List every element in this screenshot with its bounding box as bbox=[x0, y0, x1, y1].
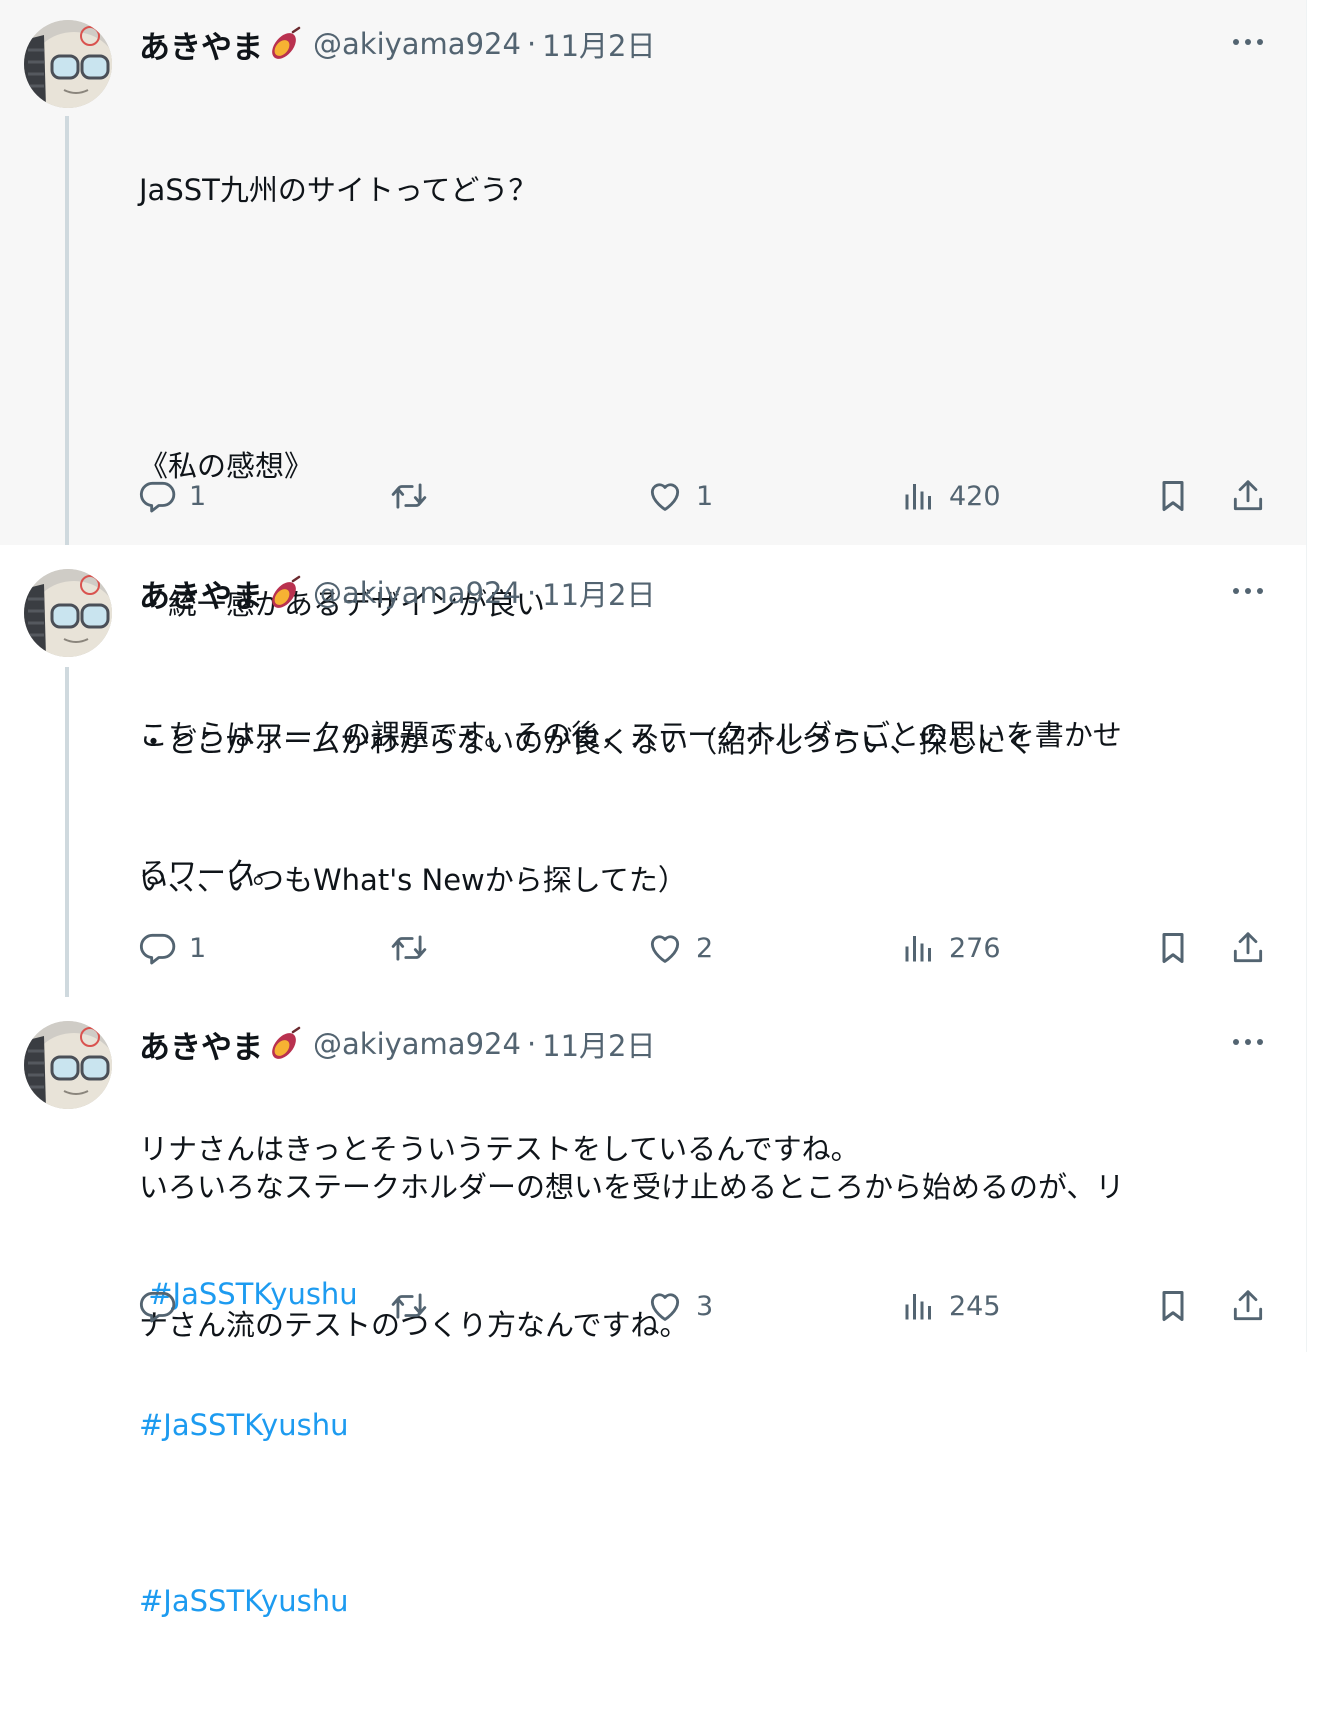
reply-count: 1 bbox=[189, 932, 207, 964]
sweet-potato-emoji-icon bbox=[267, 26, 303, 62]
reply-icon bbox=[139, 929, 177, 967]
avatar[interactable] bbox=[24, 569, 112, 657]
reply-icon bbox=[139, 1287, 177, 1325]
tweet-date[interactable]: 11月2日 bbox=[542, 23, 655, 65]
text-line bbox=[139, 305, 1269, 351]
share-icon bbox=[1229, 929, 1267, 967]
retweet-button[interactable] bbox=[389, 474, 441, 518]
like-button[interactable]: 1 bbox=[646, 474, 713, 518]
share-button[interactable] bbox=[1229, 1284, 1267, 1328]
text-line: JaSST九州のサイトってどう？ bbox=[139, 173, 538, 207]
like-count: 3 bbox=[696, 1290, 714, 1322]
display-name[interactable]: あきやま bbox=[139, 1022, 263, 1067]
scrollbar-track[interactable] bbox=[1306, 0, 1343, 1352]
tweet[interactable]: あきやま @akiyama924 · 11月2日 JaSST九州のサイトってどう… bbox=[0, 0, 1306, 1311]
bookmark-icon bbox=[1155, 1287, 1191, 1325]
tweet-header: あきやま @akiyama924 · 11月2日 bbox=[139, 571, 656, 616]
sweet-potato-emoji-icon bbox=[267, 1026, 303, 1062]
more-dots-icon[interactable] bbox=[1230, 24, 1266, 60]
tweet[interactable]: あきやま @akiyama924 · 11月2日 こちらはワークの課題です。その… bbox=[0, 545, 1306, 1442]
tweet-date[interactable]: 11月2日 bbox=[542, 1023, 655, 1065]
views-bar-icon bbox=[901, 930, 937, 966]
user-handle[interactable]: @akiyama924 bbox=[313, 27, 521, 61]
heart-icon bbox=[646, 929, 684, 967]
text-line: るワーク。 bbox=[139, 856, 282, 890]
separator-dot: · bbox=[526, 1027, 537, 1061]
user-handle[interactable]: @akiyama924 bbox=[313, 1027, 521, 1061]
display-name[interactable]: あきやま bbox=[139, 22, 263, 67]
reply-button[interactable] bbox=[139, 1284, 189, 1328]
text-line: こちらはワークの課題です。その後，ステークホルダーごとの思いを書かせ bbox=[139, 718, 1122, 752]
separator-dot: · bbox=[526, 576, 537, 610]
text-line bbox=[139, 1440, 1269, 1486]
avatar[interactable] bbox=[24, 20, 112, 108]
share-icon bbox=[1229, 1287, 1267, 1325]
like-button[interactable]: 3 bbox=[646, 1284, 713, 1328]
like-count: 2 bbox=[696, 932, 714, 964]
retweet-icon bbox=[389, 477, 429, 515]
views-button[interactable]: 276 bbox=[901, 926, 1001, 970]
like-count: 1 bbox=[696, 480, 714, 512]
retweet-icon bbox=[389, 1287, 429, 1325]
bookmark-icon bbox=[1155, 477, 1191, 515]
tweet[interactable]: あきやま @akiyama924 · 11月2日 いろいろなステークホルダーの想… bbox=[0, 997, 1306, 1618]
retweet-button[interactable] bbox=[389, 1284, 441, 1328]
tweet-text: いろいろなステークホルダーの想いを受け止めるところから始めるのが、リ ナさん流の… bbox=[139, 1072, 1269, 1716]
bookmark-button[interactable] bbox=[1155, 926, 1191, 970]
action-bar: 1 2 276 bbox=[0, 926, 1306, 970]
bookmark-button[interactable] bbox=[1155, 1284, 1191, 1328]
view-count: 276 bbox=[949, 932, 1001, 964]
user-handle[interactable]: @akiyama924 bbox=[313, 576, 521, 610]
reply-button[interactable]: 1 bbox=[139, 926, 206, 970]
retweet-button[interactable] bbox=[389, 926, 441, 970]
action-bar: 1 1 420 bbox=[0, 474, 1306, 518]
views-button[interactable]: 420 bbox=[901, 474, 1001, 518]
hashtag-link[interactable]: #JaSSTKyushu bbox=[139, 1578, 1269, 1624]
reply-count: 1 bbox=[189, 480, 207, 512]
share-button[interactable] bbox=[1229, 926, 1267, 970]
views-bar-icon bbox=[901, 1288, 937, 1324]
display-name[interactable]: あきやま bbox=[139, 571, 263, 616]
view-count: 420 bbox=[949, 480, 1001, 512]
heart-icon bbox=[646, 1287, 684, 1325]
more-dots-icon[interactable] bbox=[1230, 1024, 1266, 1060]
reply-icon bbox=[139, 477, 177, 515]
tweet-header: あきやま @akiyama924 · 11月2日 bbox=[139, 1022, 656, 1067]
share-icon bbox=[1229, 477, 1267, 515]
tweet-date[interactable]: 11月2日 bbox=[542, 572, 655, 614]
retweet-icon bbox=[389, 929, 429, 967]
text-line: いろいろなステークホルダーの想いを受け止めるところから始めるのが、リ bbox=[139, 1170, 1125, 1204]
reply-button[interactable]: 1 bbox=[139, 474, 206, 518]
bookmark-button[interactable] bbox=[1155, 474, 1191, 518]
bookmark-icon bbox=[1155, 929, 1191, 967]
action-bar: 3 245 bbox=[0, 1284, 1306, 1328]
separator-dot: · bbox=[526, 27, 537, 61]
tweet-header: あきやま @akiyama924 · 11月2日 bbox=[139, 22, 656, 67]
avatar[interactable] bbox=[24, 1021, 112, 1109]
sweet-potato-emoji-icon bbox=[267, 575, 303, 611]
more-dots-icon[interactable] bbox=[1230, 573, 1266, 609]
views-button[interactable]: 245 bbox=[901, 1284, 1001, 1328]
heart-icon bbox=[646, 477, 684, 515]
share-button[interactable] bbox=[1229, 474, 1267, 518]
like-button[interactable]: 2 bbox=[646, 926, 713, 970]
views-bar-icon bbox=[901, 478, 937, 514]
view-count: 245 bbox=[949, 1290, 1001, 1322]
